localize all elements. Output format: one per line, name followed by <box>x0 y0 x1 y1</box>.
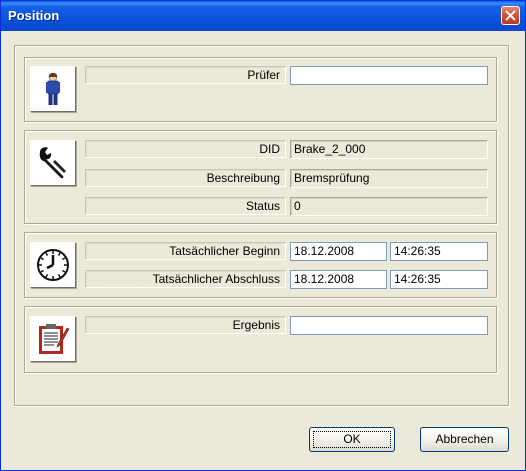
inspector-input[interactable] <box>290 66 488 85</box>
details-button[interactable] <box>30 140 76 186</box>
result-button[interactable] <box>30 316 76 362</box>
begin-time-input[interactable]: 14:26:35 <box>390 242 488 261</box>
person-icon <box>46 72 60 105</box>
close-icon <box>505 10 516 21</box>
clipboard-icon <box>39 324 70 354</box>
did-label: DID <box>85 140 286 158</box>
focus-rect <box>313 431 391 448</box>
did-field: Brake_2_000 <box>290 140 488 159</box>
begin-date-input[interactable]: 18.12.2008 <box>290 242 387 261</box>
window-title: Position <box>8 8 60 23</box>
end-label: Tatsächlicher Abschluss <box>85 270 286 288</box>
status-label: Status <box>85 197 286 215</box>
begin-label: Tatsächlicher Beginn <box>85 242 286 260</box>
result-label: Ergebnis <box>85 316 286 334</box>
wrench-icon <box>39 147 66 179</box>
close-button[interactable] <box>501 6 520 25</box>
cancel-button-label: Abbrechen <box>435 432 494 446</box>
ok-button[interactable]: OK <box>309 427 395 452</box>
description-label: Beschreibung <box>85 169 286 187</box>
status-field: 0 <box>290 197 488 216</box>
timing-button[interactable] <box>30 242 76 288</box>
result-input[interactable] <box>290 316 488 335</box>
end-date-input[interactable]: 18.12.2008 <box>290 270 387 289</box>
title-bar[interactable]: Position <box>1 1 525 31</box>
divider <box>14 406 509 407</box>
clock-icon <box>37 249 69 281</box>
inspector-button[interactable] <box>30 66 76 112</box>
description-field: Bremsprüfung <box>290 169 488 188</box>
inspector-label: Prüfer <box>85 66 286 84</box>
end-time-input[interactable]: 14:26:35 <box>390 270 488 289</box>
cancel-button[interactable]: Abbrechen <box>420 427 509 452</box>
